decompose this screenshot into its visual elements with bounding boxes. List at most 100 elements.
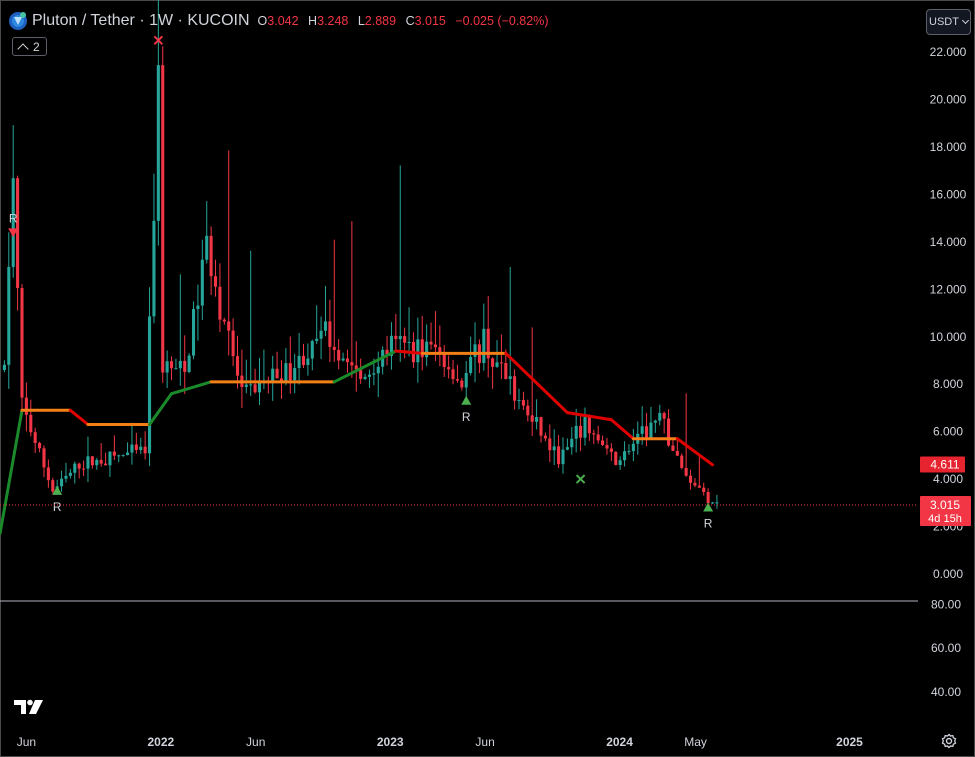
gear-icon[interactable] [941, 733, 957, 749]
candle-body [306, 358, 310, 365]
candle-body [649, 422, 653, 438]
y-axis-tick-label: 18.000 [930, 140, 967, 154]
candle-body [297, 355, 301, 368]
candle-body [187, 355, 191, 372]
y-axis-tick-label: 20.000 [930, 93, 967, 107]
candle-body [139, 446, 143, 451]
candle-body [227, 321, 231, 331]
candle-body [460, 380, 464, 388]
candle-body [363, 376, 367, 379]
candle-body [82, 468, 86, 470]
candle-body [398, 336, 402, 340]
tradingview-logo-icon[interactable] [13, 697, 47, 717]
candle-body [689, 475, 693, 483]
candle-body [249, 384, 253, 386]
y-axis-tick-label: 22.000 [930, 45, 967, 59]
y-axis-tick-label: 0.000 [933, 567, 963, 581]
candle-body [561, 449, 565, 465]
candle-body [583, 416, 587, 438]
change-value: −0.025 (−0.82%) [455, 14, 549, 28]
indicator-value-text: 4.611 [930, 458, 959, 472]
candle-body [416, 339, 420, 363]
candle-body [200, 259, 204, 306]
candle-body [77, 463, 81, 469]
marker-label: R [704, 517, 713, 531]
trend-line-segment [148, 392, 174, 427]
candle-body [455, 379, 459, 381]
candle-body [126, 452, 130, 456]
y-axis-tick-label: 10.000 [930, 330, 967, 344]
candle-body [623, 451, 627, 461]
candle-body [350, 362, 354, 366]
candle-body [33, 432, 37, 443]
candle-body [2, 364, 6, 370]
indicators-toggle-button[interactable]: 2 [12, 37, 47, 56]
x-axis-tick-label: 2023 [377, 735, 404, 749]
candle-body [117, 455, 121, 457]
symbol-title[interactable]: Pluton / Tether · 1W · KUCOIN [32, 12, 250, 30]
candle-body [178, 360, 182, 369]
candle-body [552, 446, 556, 451]
marker-label: R [462, 410, 471, 424]
candle-body [104, 463, 108, 466]
pluton-coin-icon [9, 12, 27, 30]
open-value: 3.042 [267, 14, 299, 28]
close-key: C [405, 14, 415, 28]
candle-body [671, 445, 675, 451]
candle-body [565, 447, 569, 450]
close-value: 3.015 [414, 14, 446, 28]
candle-body [535, 417, 539, 422]
candle-body [482, 328, 486, 364]
candle-body [196, 305, 200, 310]
candle-body [675, 450, 679, 456]
candle-body [29, 414, 33, 433]
candle-body [183, 360, 187, 372]
y-axis-tick-label: 14.000 [930, 235, 967, 249]
candle-body [319, 330, 323, 339]
y-axis-tick-label: 12.000 [930, 282, 967, 296]
y-axis-tick-label: 8.000 [933, 377, 963, 391]
x-axis-tick-label: Jun [475, 735, 494, 749]
x-axis-tick-label: 2025 [836, 735, 863, 749]
candle-body [394, 335, 398, 340]
candle-body [332, 346, 336, 350]
subpane-tick-label: 40.00 [931, 685, 961, 699]
chevron-up-icon [17, 42, 29, 55]
candle-body [464, 372, 468, 388]
candle-body [517, 400, 521, 402]
candle-body [526, 405, 530, 416]
candle-body [579, 425, 583, 438]
marker-label: R [53, 500, 62, 514]
candle-body [499, 362, 503, 364]
candle-body [275, 368, 279, 379]
candle-body [323, 321, 328, 331]
candle-body [257, 382, 262, 393]
candle-body [222, 319, 226, 322]
currency-button[interactable]: USDT [926, 9, 971, 35]
candle-body [658, 413, 662, 421]
candle-body [337, 349, 341, 361]
candle-body [253, 384, 257, 393]
ohlc-values: O3.042 H3.248 L2.889 C3.015 −0.025 (−0.8… [258, 14, 555, 28]
y-axis-tick-label: 16.000 [930, 187, 967, 201]
candle-body [680, 455, 684, 468]
candle-body [618, 460, 622, 465]
candle-body [134, 444, 138, 451]
candle-body [367, 374, 372, 377]
candle-body [403, 336, 407, 343]
low-value: 2.889 [364, 14, 397, 28]
candle-body [143, 446, 147, 454]
x-axis-tick-label: 2022 [148, 735, 175, 749]
y-axis-tick-label: 6.000 [933, 425, 963, 439]
price-chart[interactable]: RRRR 0.0002.0004.0006.0008.00010.00012.0… [0, 0, 975, 757]
x-axis-tick-label: 2024 [606, 735, 633, 749]
candle-body [539, 417, 543, 436]
candle-body [301, 355, 306, 365]
candle-body [601, 440, 605, 446]
y-axis-tick-label: 4.000 [933, 472, 963, 486]
bar-countdown-text: 4d 15h [928, 513, 962, 525]
candle-body [95, 459, 99, 466]
candle-body [684, 467, 688, 476]
candle-body [231, 330, 235, 357]
marker-label: R [9, 211, 18, 225]
